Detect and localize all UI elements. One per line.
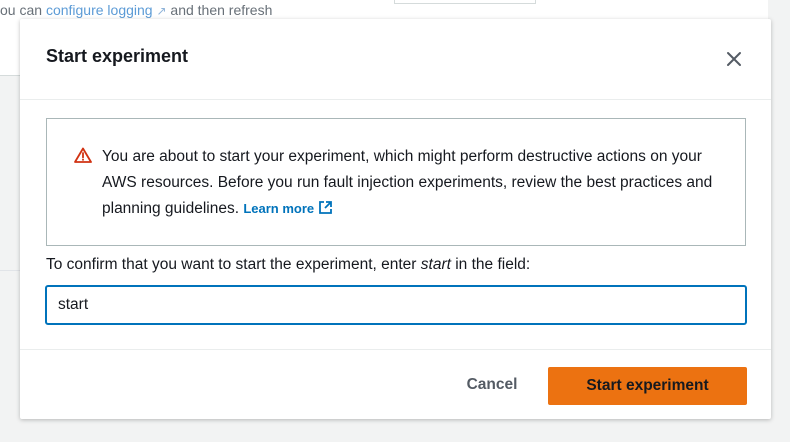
learn-more-link[interactable]: Learn more bbox=[243, 201, 333, 216]
learn-more-label: Learn more bbox=[243, 201, 315, 216]
background-text-prefix: ou can bbox=[0, 2, 46, 18]
configure-logging-link[interactable]: configure logging bbox=[46, 2, 153, 18]
alert-message: You are about to start your experiment, … bbox=[102, 148, 713, 217]
modal-footer: Cancel Start experiment bbox=[20, 349, 771, 419]
confirm-input[interactable] bbox=[45, 285, 747, 325]
modal-title: Start experiment bbox=[46, 46, 189, 66]
close-icon bbox=[727, 52, 741, 66]
background-control bbox=[394, 0, 536, 4]
confirm-label-suffix: in the field: bbox=[450, 256, 531, 273]
alert-message-block: You are about to start your experiment, … bbox=[102, 144, 722, 222]
start-experiment-button[interactable]: Start experiment bbox=[548, 367, 747, 405]
background-external-link-icon: ↗ bbox=[156, 4, 167, 18]
background-text-suffix: and then refresh bbox=[166, 2, 273, 18]
warning-icon bbox=[74, 147, 92, 163]
background-divider bbox=[0, 270, 20, 271]
confirm-label: To confirm that you want to start the ex… bbox=[46, 256, 530, 274]
modal-header: Start experiment bbox=[20, 19, 771, 100]
confirm-label-prefix: To confirm that you want to start the ex… bbox=[46, 256, 421, 273]
cancel-button[interactable]: Cancel bbox=[438, 366, 546, 404]
warning-alert: You are about to start your experiment, … bbox=[46, 118, 746, 246]
close-button[interactable] bbox=[720, 45, 748, 73]
confirm-label-keyword: start bbox=[420, 256, 451, 273]
external-link-icon bbox=[319, 201, 333, 214]
start-experiment-modal: Start experiment You are about to start … bbox=[20, 19, 771, 419]
background-info-text: ou can configure logging ↗ and then refr… bbox=[0, 2, 272, 18]
